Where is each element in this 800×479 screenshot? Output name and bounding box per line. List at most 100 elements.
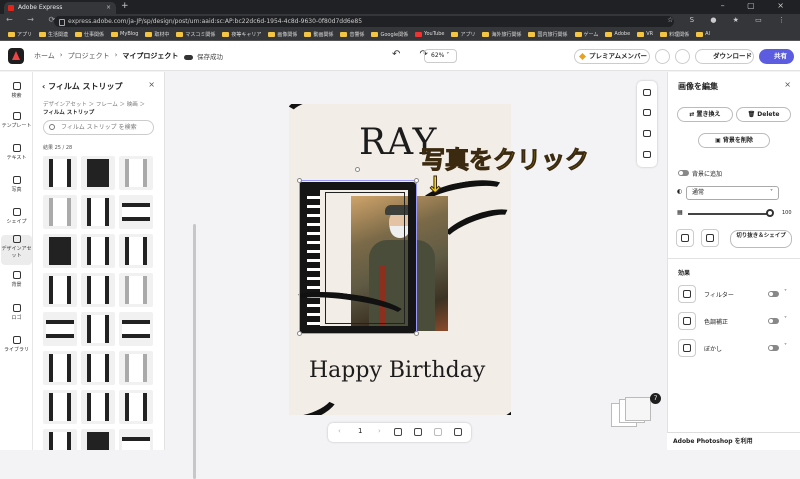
effect-toggle[interactable] (768, 291, 779, 297)
film-strip-asset[interactable] (81, 312, 115, 346)
greeting-text[interactable]: Happy Birthday (309, 358, 485, 383)
bookmark-item[interactable]: AI (696, 31, 710, 37)
panel-breadcrumb[interactable]: デザインアセット ＞ フレーム ＞ 映画 ＞ (43, 100, 145, 108)
bookmark-item[interactable]: 仕事関係 (75, 31, 104, 38)
breadcrumb-my-projects[interactable]: マイプロジェクト (122, 51, 178, 61)
bookmark-item[interactable]: Adobe (605, 31, 630, 37)
selection-box[interactable] (297, 167, 419, 336)
film-strip-asset[interactable] (43, 234, 77, 268)
rail-item[interactable]: デザインアセット (1, 235, 32, 265)
breadcrumb-home[interactable]: ホーム (34, 51, 55, 61)
bookmark-item[interactable]: 国内旅行関係 (528, 31, 568, 38)
premium-member-button[interactable]: プレミアムメンバー (574, 49, 650, 64)
bookmark-item[interactable]: YouTube (415, 31, 444, 37)
nav-buttons[interactable]: ← → ⟳ (6, 15, 61, 24)
add-page-icon[interactable] (394, 428, 402, 436)
chevron-down-icon[interactable]: ˅ (784, 343, 787, 350)
bookmark-item[interactable]: 画像関係 (268, 31, 297, 38)
film-strip-asset[interactable] (119, 312, 153, 346)
film-strip-asset[interactable] (43, 312, 77, 346)
film-strip-asset[interactable] (119, 156, 153, 190)
search-input[interactable]: フィルム ストリップ を検索 (43, 120, 154, 135)
new-tab-icon[interactable]: + (121, 1, 129, 11)
photoshop-link[interactable]: Adobe Photoshop を利用 (667, 432, 800, 450)
opacity-slider-knob[interactable] (766, 209, 774, 217)
extension-icons[interactable]: ☆ S ● ★ ▭ ⋮ (667, 16, 792, 24)
zoom-select[interactable]: 62% ˅ (424, 49, 457, 63)
close-icon[interactable]: × (784, 80, 791, 89)
effect-toggle[interactable] (768, 318, 779, 324)
film-strip-asset[interactable] (119, 195, 153, 229)
film-strip-asset[interactable] (43, 351, 77, 385)
film-strip-asset[interactable] (119, 351, 153, 385)
film-strip-asset[interactable] (81, 156, 115, 190)
adobe-express-logo[interactable] (8, 48, 24, 64)
page-thumbnails[interactable] (611, 397, 655, 430)
add-background-toggle[interactable] (678, 170, 689, 176)
bookmark-item[interactable]: ゲーム (574, 31, 598, 38)
next-page-icon[interactable]: › (378, 427, 381, 435)
rail-item[interactable]: ライブラリ (0, 336, 33, 353)
download-button[interactable]: ダウンロード (695, 49, 754, 64)
bookmark-item[interactable]: 音響係 (340, 31, 364, 38)
film-strip-asset[interactable] (81, 234, 115, 268)
film-strip-asset[interactable] (119, 390, 153, 424)
rail-item[interactable]: 背景 (0, 271, 33, 288)
bookmark-item[interactable]: 料理関係 (660, 31, 689, 38)
bookmark-item[interactable]: 取材中 (145, 31, 169, 38)
bookmark-item[interactable]: 動画関係 (304, 31, 333, 38)
opacity-slider-track[interactable] (688, 213, 770, 215)
scrollbar[interactable] (193, 224, 196, 479)
bookmark-item[interactable]: VR (637, 31, 653, 37)
rail-item[interactable]: ロゴ (0, 304, 33, 321)
page-number[interactable]: 1 (358, 427, 362, 435)
bookmark-item[interactable]: 生活関連 (39, 31, 68, 38)
film-strip-asset[interactable] (119, 429, 153, 450)
film-strip-asset[interactable] (43, 156, 77, 190)
film-strip-asset[interactable] (81, 390, 115, 424)
bookmark-item[interactable]: MyBlog (111, 31, 138, 37)
url-field[interactable]: express.adobe.com/ja-JP/sp/design/post/u… (54, 16, 674, 27)
panel-title[interactable]: ‹ フィルム ストリップ (42, 81, 123, 92)
chevron-down-icon[interactable]: ˅ (784, 289, 787, 296)
film-strip-asset[interactable] (43, 195, 77, 229)
duplicate-page-icon[interactable] (414, 428, 422, 436)
share-button[interactable]: 共有 (759, 49, 794, 64)
rail-item[interactable]: テンプレート (0, 112, 33, 129)
blend-mode-select[interactable]: 通常 ˅ (686, 186, 779, 200)
rail-item[interactable]: 検索 (0, 82, 33, 99)
film-strip-asset[interactable] (43, 273, 77, 307)
bookmark-item[interactable]: アプリ (451, 31, 475, 38)
remove-background-button[interactable]: ▣ 背景を削除 (698, 133, 770, 148)
film-strip-asset[interactable] (43, 429, 77, 450)
transform-icon[interactable] (643, 130, 651, 137)
delete-button[interactable]: 🗑 Delete (736, 107, 791, 122)
close-icon[interactable]: × (148, 80, 155, 89)
chevron-down-icon[interactable]: ˅ (784, 316, 787, 323)
close-tab-icon[interactable]: × (106, 2, 111, 14)
grid-view-icon[interactable] (454, 428, 462, 436)
swap-icon[interactable] (643, 89, 651, 96)
window-controls[interactable]: – ▢ × (721, 1, 794, 10)
trash-icon[interactable] (643, 151, 651, 158)
delete-page-icon[interactable] (434, 428, 442, 436)
prev-page-icon[interactable]: ‹ (338, 427, 341, 435)
bookmark-item[interactable]: 夜等キャリア (222, 31, 261, 38)
bookmark-item[interactable]: マスコミ関係 (176, 31, 215, 38)
film-strip-asset[interactable] (81, 195, 115, 229)
browser-tab[interactable]: Adobe Express × (4, 2, 116, 14)
film-strip-asset[interactable] (119, 234, 153, 268)
flip-horizontal-icon[interactable] (676, 229, 694, 247)
rail-item[interactable]: 写真 (0, 176, 33, 193)
film-strip-asset[interactable] (81, 429, 115, 450)
film-strip-asset[interactable] (43, 390, 77, 424)
bookmark-item[interactable]: アプリ (8, 31, 32, 38)
film-strip-asset[interactable] (81, 351, 115, 385)
replace-button[interactable]: ⇄ 置き換え (677, 107, 733, 122)
template-icon[interactable] (675, 49, 690, 64)
breadcrumb-projects[interactable]: プロジェクト (68, 51, 110, 61)
effect-toggle[interactable] (768, 345, 779, 351)
duplicate-icon[interactable] (643, 109, 651, 116)
flip-vertical-icon[interactable] (701, 229, 719, 247)
rail-item[interactable]: シェイプ (0, 208, 33, 225)
